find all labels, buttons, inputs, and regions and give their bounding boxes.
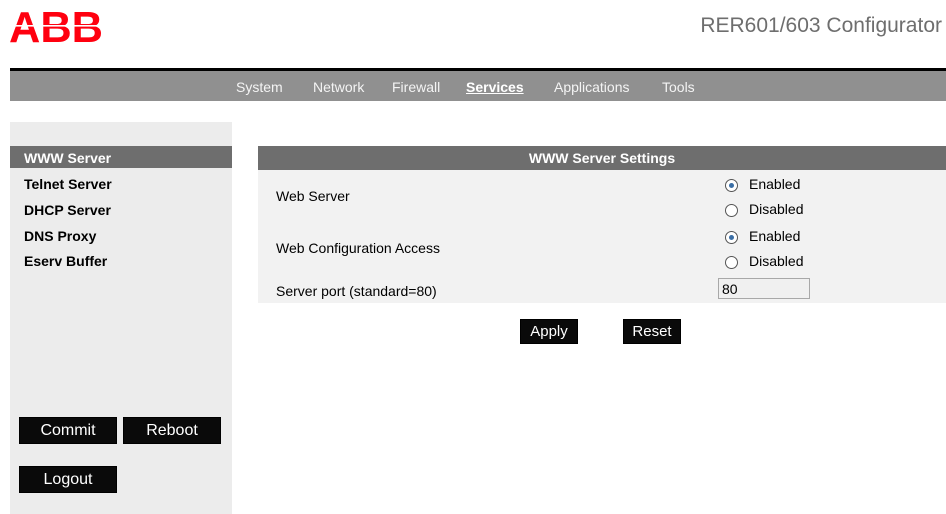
web-server-enabled-radio[interactable] xyxy=(725,179,738,192)
app-title: RER601/603 Configurator xyxy=(700,14,942,37)
web-config-access-label: Web Configuration Access xyxy=(276,240,440,256)
logout-button[interactable]: Logout xyxy=(19,466,117,493)
web-config-disabled-radio[interactable] xyxy=(725,256,738,269)
nav-tools[interactable]: Tools xyxy=(662,79,695,95)
sidebar-item-www-server[interactable]: WWW Server xyxy=(10,146,232,168)
nav-system[interactable]: System xyxy=(236,79,283,95)
nav-firewall[interactable]: Firewall xyxy=(392,79,440,95)
nav-applications[interactable]: Applications xyxy=(554,79,630,95)
web-server-disabled-radio[interactable] xyxy=(725,204,738,217)
main-nav: System Network Firewall Services Applica… xyxy=(10,71,946,101)
sidebar-item-telnet-server[interactable]: Telnet Server xyxy=(24,176,112,192)
reset-button[interactable]: Reset xyxy=(623,319,681,344)
sidebar: WWW Server Telnet Server DHCP Server DNS… xyxy=(10,122,232,514)
web-server-disabled-label: Disabled xyxy=(749,201,804,217)
panel-title: WWW Server Settings xyxy=(258,146,946,170)
sidebar-item-dns-proxy[interactable]: DNS Proxy xyxy=(24,228,96,244)
server-port-label: Server port (standard=80) xyxy=(276,283,437,299)
web-config-disabled-label: Disabled xyxy=(749,253,804,269)
nav-network[interactable]: Network xyxy=(313,79,364,95)
web-server-enabled-label: Enabled xyxy=(749,176,801,192)
web-config-enabled-label: Enabled xyxy=(749,228,801,244)
nav-services[interactable]: Services xyxy=(466,79,524,95)
abb-logo: ABB xyxy=(9,8,103,44)
commit-button[interactable]: Commit xyxy=(19,417,117,444)
web-server-label: Web Server xyxy=(276,188,350,204)
reboot-button[interactable]: Reboot xyxy=(123,417,221,444)
server-port-input[interactable] xyxy=(718,278,810,299)
web-config-enabled-radio[interactable] xyxy=(725,231,738,244)
apply-button[interactable]: Apply xyxy=(520,319,578,344)
sidebar-item-dhcp-server[interactable]: DHCP Server xyxy=(24,202,111,218)
www-server-settings-form: Web Server Enabled Disabled Web Configur… xyxy=(258,170,946,303)
sidebar-item-eserv-buffer[interactable]: Eserv Buffer xyxy=(24,253,107,269)
